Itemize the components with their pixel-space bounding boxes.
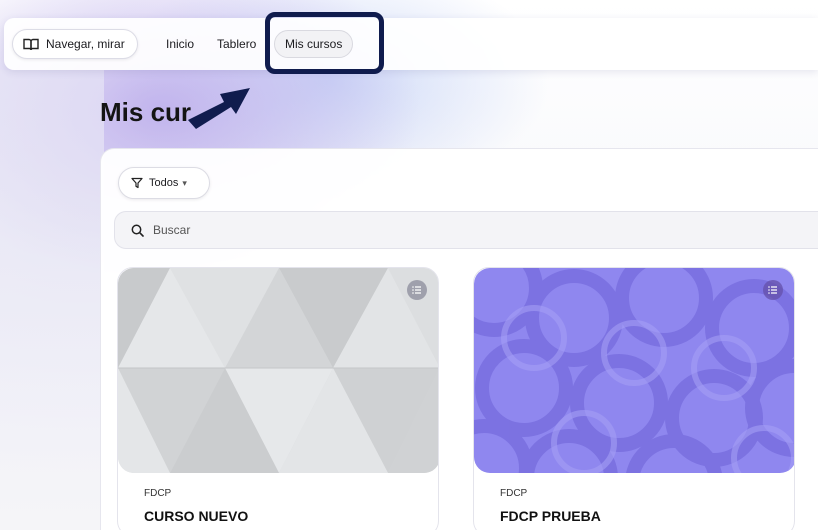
book-open-icon <box>23 38 39 50</box>
course-image <box>118 268 438 473</box>
nav-dashboard-link[interactable]: Tablero <box>207 29 266 59</box>
list-menu-icon <box>768 286 777 294</box>
filter-dropdown[interactable]: Todos ▾ <box>118 167 210 199</box>
nav-home-link[interactable]: Inicio <box>156 29 204 59</box>
course-card[interactable]: FDCP FDCP PRUEBA <box>473 267 795 530</box>
course-category: FDCP <box>500 488 528 499</box>
course-name[interactable]: FDCP PRUEBA <box>500 508 601 524</box>
search-placeholder: Buscar <box>153 223 191 237</box>
page-title: Mis cur <box>100 97 192 127</box>
browse-label: Navegar, mirar <box>46 37 125 51</box>
search-icon <box>131 224 144 237</box>
list-menu-icon <box>412 286 421 294</box>
highlight-annotation-box <box>265 12 384 74</box>
course-card[interactable]: FDCP CURSO NUEVO <box>117 267 439 530</box>
search-input[interactable]: Buscar <box>114 211 818 249</box>
course-category: FDCP <box>144 488 172 499</box>
chevron-down-icon: ▾ <box>182 177 187 188</box>
card-menu-button[interactable] <box>407 280 427 300</box>
arrow-icon <box>188 88 250 129</box>
top-navigation: Navegar, mirar Inicio Tablero Mis cursos <box>4 18 818 70</box>
left-rail <box>0 70 104 530</box>
course-name[interactable]: CURSO NUEVO <box>144 508 248 524</box>
card-menu-button[interactable] <box>763 280 783 300</box>
browse-button[interactable]: Navegar, mirar <box>12 29 138 59</box>
funnel-icon <box>131 177 143 189</box>
course-image <box>474 268 794 473</box>
filter-label: Todos <box>149 177 179 189</box>
